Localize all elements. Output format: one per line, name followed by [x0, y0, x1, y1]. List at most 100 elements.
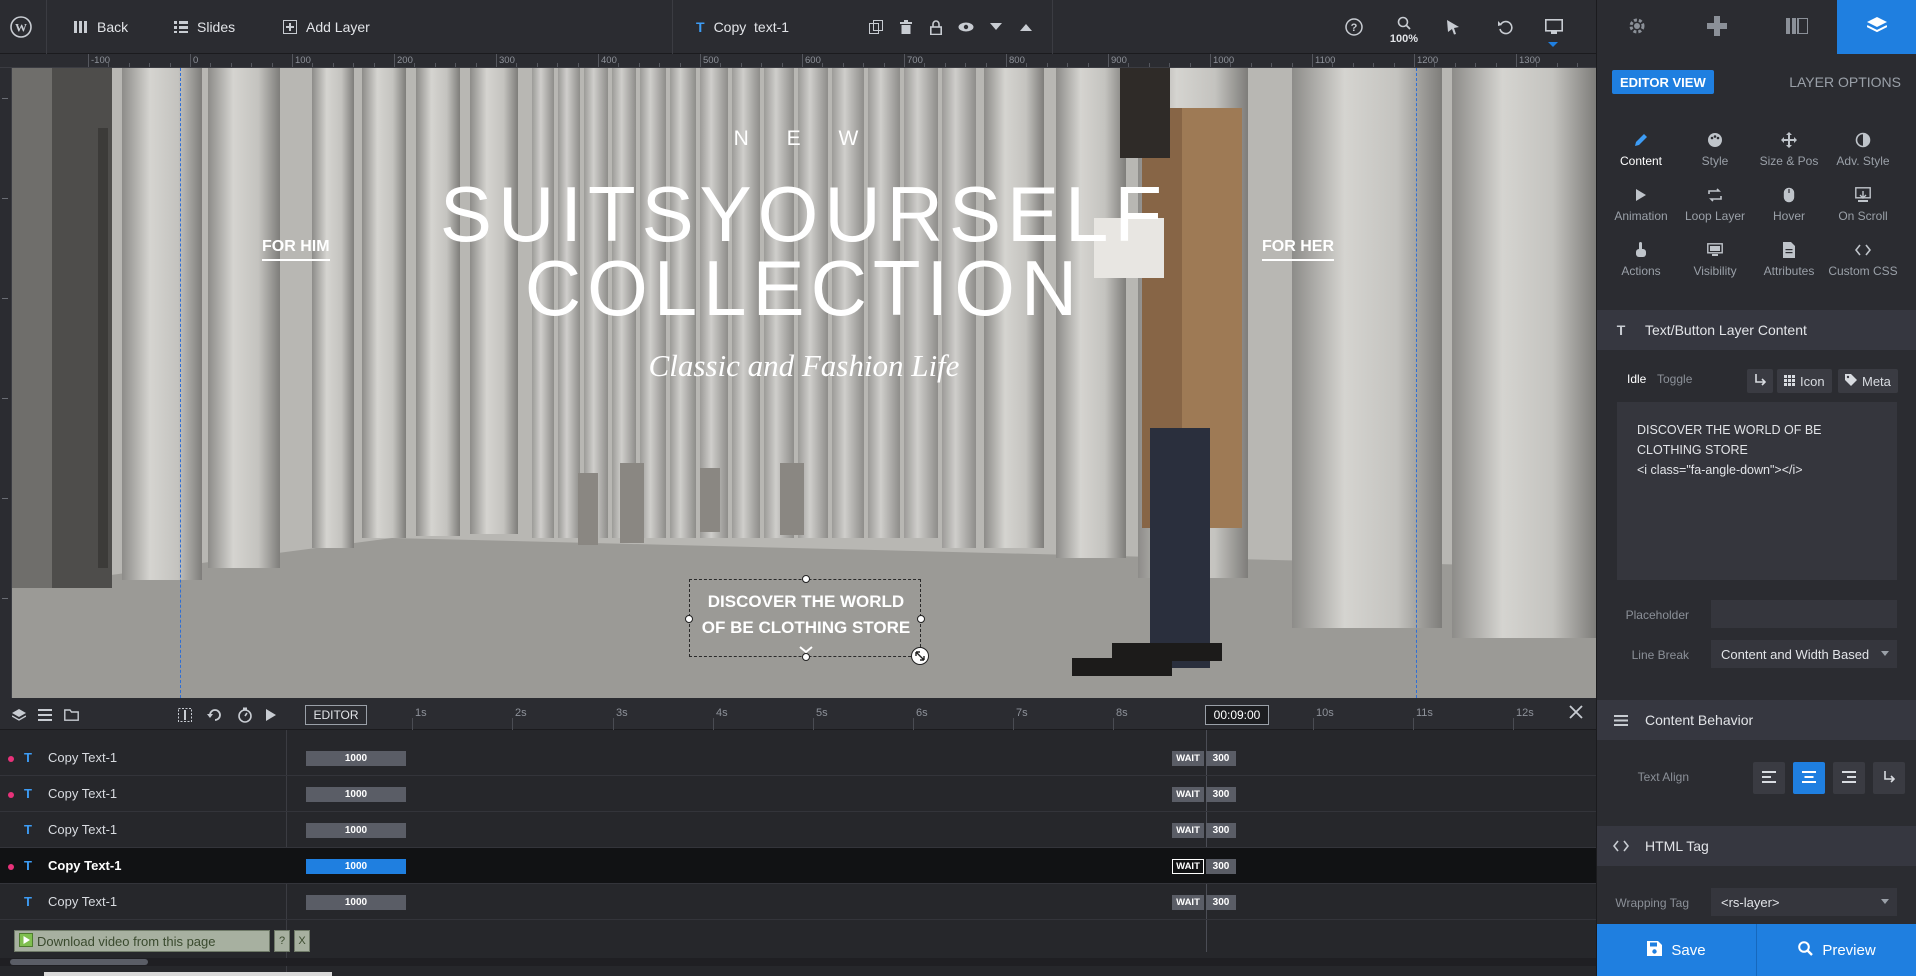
back-button[interactable]: Back — [74, 0, 128, 54]
help-icon[interactable]: ? — [1341, 14, 1367, 40]
layer-options-label[interactable]: LAYER OPTIONS — [1789, 70, 1901, 94]
discover-button-text[interactable]: DISCOVER THE WORLD OF BE CLOTHING STORE — [690, 589, 922, 657]
current-time-display[interactable]: 00:09:00 — [1205, 705, 1269, 725]
folder-icon[interactable] — [60, 704, 82, 726]
option-content[interactable]: Content — [1604, 130, 1678, 180]
tab-toggle[interactable]: Toggle — [1657, 372, 1692, 386]
option-animation[interactable]: Animation — [1604, 185, 1678, 235]
resize-handle-left[interactable] — [685, 615, 693, 623]
tab-idle[interactable]: Idle — [1627, 372, 1646, 386]
insert-meta-button[interactable]: Meta — [1838, 369, 1898, 393]
scale-handle-icon[interactable] — [911, 647, 929, 665]
out-duration-bar[interactable]: 300 — [1206, 787, 1236, 802]
layers-icon[interactable] — [8, 704, 30, 726]
layer-duration-bar[interactable]: 1000 — [306, 751, 406, 766]
option-adv-style[interactable]: Adv. Style — [1826, 130, 1900, 180]
download-help-button[interactable]: ? — [274, 930, 290, 952]
timeline-layer-row[interactable]: T Copy Text-1 1000 WAIT 300 — [0, 848, 1596, 884]
out-duration-bar[interactable]: 300 — [1206, 823, 1236, 838]
wait-badge[interactable]: WAIT — [1172, 823, 1204, 838]
timeline-layer-row[interactable]: T Copy Text-1 1000 WAIT 300 — [0, 776, 1596, 812]
for-him-link[interactable]: FOR HIM — [262, 238, 330, 261]
tab-layers[interactable] — [1837, 0, 1916, 54]
stopwatch-icon[interactable] — [234, 704, 256, 726]
option-visibility[interactable]: Visibility — [1678, 240, 1752, 290]
placeholder-input[interactable] — [1711, 600, 1897, 628]
add-layer-button[interactable]: Add Layer — [283, 0, 370, 54]
resize-handle-right[interactable] — [917, 615, 925, 623]
slide-title-line1[interactable]: SUITSYOURSELF — [12, 174, 1596, 254]
layer-name[interactable]: Copy Text-1 — [48, 822, 117, 837]
line-break-insert-button[interactable] — [1747, 369, 1773, 393]
list-icon[interactable] — [34, 704, 56, 726]
timeline-layer-row[interactable]: T Copy Text-1 1000 WAIT 300 — [0, 812, 1596, 848]
out-duration-bar[interactable]: 300 — [1206, 751, 1236, 766]
behavior-section-header[interactable]: Content Behavior — [1597, 700, 1916, 740]
tab-navigation[interactable] — [1677, 0, 1757, 54]
lock-icon[interactable] — [923, 14, 949, 40]
eye-icon[interactable] — [953, 14, 979, 40]
resize-handle-top[interactable] — [802, 575, 810, 583]
duplicate-icon[interactable] — [863, 14, 889, 40]
split-icon[interactable] — [174, 704, 196, 726]
loop-icon[interactable] — [204, 704, 226, 726]
align-inherit-button[interactable] — [1873, 762, 1905, 794]
layer-name[interactable]: Copy Text-1 — [48, 894, 117, 909]
current-layer-title[interactable]: T Copy text-1 — [696, 0, 789, 54]
slides-button[interactable]: Slides — [174, 0, 235, 54]
option-style[interactable]: Style — [1678, 130, 1752, 180]
download-close-button[interactable]: X — [294, 930, 310, 952]
move-down-icon[interactable] — [983, 14, 1009, 40]
zoom-control[interactable]: 100% — [1387, 16, 1421, 45]
layer-duration-bar[interactable]: 1000 — [306, 859, 406, 874]
insert-icon-button[interactable]: Icon — [1777, 369, 1832, 393]
layer-name[interactable]: Copy Text-1 — [48, 858, 121, 873]
cursor-icon[interactable] — [1440, 14, 1466, 40]
line-break-select[interactable]: Content and Width Based — [1711, 640, 1897, 668]
close-timeline-icon[interactable] — [1568, 704, 1584, 725]
slide-canvas[interactable]: N E W SUITSYOURSELF COLLECTION Classic a… — [12, 68, 1596, 698]
align-right-button[interactable] — [1833, 762, 1865, 794]
wait-badge[interactable]: WAIT — [1172, 895, 1204, 910]
trash-icon[interactable] — [893, 14, 919, 40]
desktop-view-icon[interactable] — [1541, 14, 1567, 40]
layer-content-textarea[interactable]: DISCOVER THE WORLD OF BE CLOTHING STORE … — [1617, 402, 1897, 580]
play-icon[interactable] — [260, 704, 282, 726]
option-hover[interactable]: Hover — [1752, 185, 1826, 235]
slide-kicker-text[interactable]: N E W — [12, 127, 1596, 151]
editor-view-button[interactable]: EDITOR VIEW — [1612, 70, 1714, 94]
option-attributes[interactable]: Attributes — [1752, 240, 1826, 290]
layer-duration-bar[interactable]: 1000 — [306, 787, 406, 802]
align-left-button[interactable] — [1753, 762, 1785, 794]
for-her-link[interactable]: FOR HER — [1262, 238, 1334, 261]
resize-handle-bottom[interactable] — [802, 653, 810, 661]
timeline-layer-row[interactable]: T Copy Text-1 1000 WAIT 300 — [0, 740, 1596, 776]
html-tag-section-header[interactable]: HTML Tag — [1597, 826, 1916, 866]
option-loop-layer[interactable]: Loop Layer — [1678, 185, 1752, 235]
wrapping-tag-select[interactable]: <rs-layer> — [1711, 888, 1897, 916]
scrollbar-thumb[interactable] — [10, 959, 148, 965]
slide-title-line2[interactable]: COLLECTION — [12, 248, 1596, 328]
layer-name[interactable]: Copy Text-1 — [48, 750, 117, 765]
out-duration-bar[interactable]: 300 — [1206, 859, 1236, 874]
out-duration-bar[interactable]: 300 — [1206, 895, 1236, 910]
option-on-scroll[interactable]: On Scroll — [1826, 185, 1900, 235]
layer-duration-bar[interactable]: 1000 — [306, 895, 406, 910]
selected-layer-box[interactable]: DISCOVER THE WORLD OF BE CLOTHING STORE — [685, 575, 929, 665]
move-up-icon[interactable] — [1013, 14, 1039, 40]
timeline-layer-row[interactable]: T Copy Text-1 1000 WAIT 300 — [0, 884, 1596, 920]
content-section-header[interactable]: T Text/Button Layer Content — [1597, 310, 1916, 350]
wait-badge[interactable]: WAIT — [1172, 751, 1204, 766]
align-center-button[interactable] — [1793, 762, 1825, 794]
option-size-pos[interactable]: Size & Pos — [1752, 130, 1826, 180]
option-custom-css[interactable]: Custom CSS — [1826, 240, 1900, 290]
layer-duration-bar[interactable]: 1000 — [306, 823, 406, 838]
tab-media[interactable] — [1757, 0, 1837, 54]
save-button[interactable]: Save — [1597, 924, 1757, 976]
editor-time-label[interactable]: EDITOR — [305, 705, 367, 725]
option-actions[interactable]: Actions — [1604, 240, 1678, 290]
undo-icon[interactable] — [1492, 14, 1518, 40]
layer-name[interactable]: Copy Text-1 — [48, 786, 117, 801]
tab-settings[interactable] — [1597, 0, 1677, 54]
wait-badge[interactable]: WAIT — [1172, 859, 1204, 874]
